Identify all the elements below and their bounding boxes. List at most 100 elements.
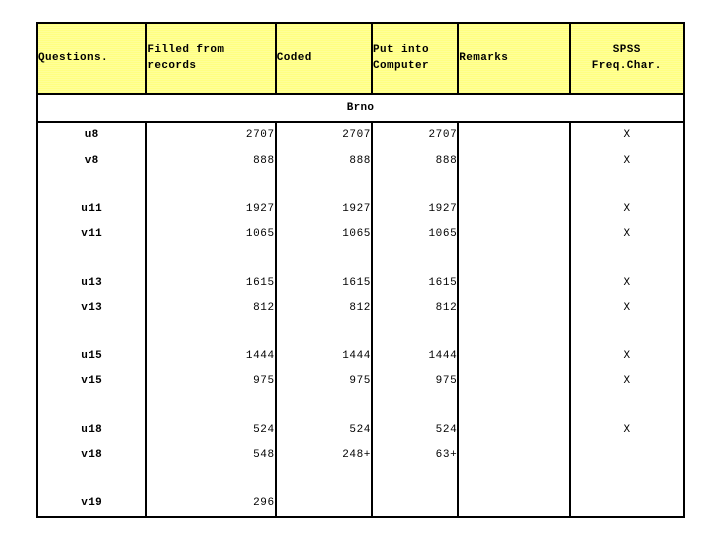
cell-coded[interactable]: 524 (275, 417, 374, 443)
cell-spss[interactable]: X (569, 269, 684, 296)
questions-status-table: Questions. Filled from records Coded Put int… (36, 22, 685, 518)
cell-remarks[interactable] (458, 343, 571, 369)
cell-spss[interactable]: X (569, 121, 684, 148)
cell-remarks[interactable] (458, 121, 571, 148)
cell-computer[interactable]: 2707 (372, 121, 460, 148)
column-header-coded[interactable]: Coded (275, 23, 374, 95)
cell-spss[interactable]: X (569, 221, 684, 247)
cell-coded[interactable]: 1615 (275, 269, 374, 296)
cell-remarks[interactable] (458, 196, 571, 222)
cell-question[interactable]: u8 (37, 121, 148, 148)
column-header-coded-label: Coded (276, 52, 312, 65)
cell-remarks[interactable] (458, 295, 571, 321)
spacer-cell-computer (372, 246, 460, 270)
column-header-put_into_computer[interactable]: Put into Computer (372, 23, 460, 95)
cell-remarks[interactable] (458, 442, 571, 468)
cell-filled[interactable]: 975 (146, 368, 277, 394)
cell-remarks[interactable] (458, 269, 571, 296)
cell-coded[interactable] (275, 490, 374, 517)
cell-spss[interactable]: X (569, 343, 684, 369)
spacer-cell-filled (146, 246, 277, 270)
cell-computer[interactable]: 524 (372, 417, 460, 443)
cell-spss[interactable]: X (569, 368, 684, 394)
spacer-cell-question (37, 246, 148, 270)
spacer-cell-remarks (458, 320, 571, 344)
cell-question[interactable]: v18 (37, 442, 148, 468)
cell-filled[interactable]: 1444 (146, 343, 277, 369)
cell-spss[interactable] (569, 442, 684, 468)
spacer-cell-question (37, 320, 148, 344)
cell-filled[interactable]: 1615 (146, 269, 277, 296)
cell-question[interactable]: u18 (37, 417, 148, 443)
cell-remarks[interactable] (458, 368, 571, 394)
cell-computer[interactable]: 1065 (372, 221, 460, 247)
cell-question[interactable]: u13 (37, 269, 148, 296)
group-label: Brno (37, 93, 684, 123)
cell-coded[interactable]: 888 (275, 147, 374, 174)
cell-computer[interactable]: 888 (372, 147, 460, 174)
table-row: v13 812 812 812 X (37, 295, 684, 321)
cell-computer[interactable]: 975 (372, 368, 460, 394)
cell-filled[interactable]: 548 (146, 442, 277, 468)
cell-question[interactable]: u11 (37, 196, 148, 222)
cell-computer[interactable]: 1927 (372, 196, 460, 222)
cell-remarks[interactable] (458, 147, 571, 174)
cell-spss[interactable]: X (569, 417, 684, 443)
cell-coded[interactable]: 2707 (275, 121, 374, 148)
spacer-cell-remarks (458, 246, 571, 270)
column-header-spss_freq_char[interactable]: SPSS Freq.Char. (569, 23, 684, 95)
cell-computer[interactable]: 63+ (372, 442, 460, 468)
cell-question[interactable]: u15 (37, 343, 148, 369)
cell-remarks[interactable] (458, 490, 571, 517)
cell-coded[interactable]: 1444 (275, 343, 374, 369)
cell-coded[interactable]: 1927 (275, 196, 374, 222)
cell-spss[interactable]: X (569, 196, 684, 222)
cell-computer[interactable]: 1615 (372, 269, 460, 296)
cell-computer[interactable]: 812 (372, 295, 460, 321)
spacer-cell-remarks (458, 393, 571, 418)
cell-filled[interactable]: 812 (146, 295, 277, 321)
spacer-cell-question (37, 467, 148, 491)
column-header-spss_freq_char-line2: Freq.Char. (591, 60, 662, 73)
column-header-put_into_computer-line1: Put into (373, 44, 430, 57)
column-header-questions[interactable]: Questions. (37, 23, 148, 95)
spacer-cell-filled (146, 467, 277, 491)
table-row: v11 1065 1065 1065 X (37, 221, 684, 247)
cell-coded[interactable]: 1065 (275, 221, 374, 247)
cell-coded[interactable]: 975 (275, 368, 374, 394)
column-header-filled_from_records[interactable]: Filled from records (146, 23, 277, 95)
cell-spss[interactable]: X (569, 295, 684, 321)
cell-filled[interactable]: 2707 (146, 121, 277, 148)
cell-spss[interactable] (569, 490, 684, 517)
cell-coded[interactable]: 812 (275, 295, 374, 321)
cell-question[interactable]: v11 (37, 221, 148, 247)
table-spacer-row (37, 320, 684, 344)
spacer-cell-coded (275, 393, 374, 418)
cell-question[interactable]: v13 (37, 295, 148, 321)
cell-computer[interactable] (372, 490, 460, 517)
cell-filled[interactable]: 1927 (146, 196, 277, 222)
spacer-cell-filled (146, 393, 277, 418)
table-row: v18 548 248+ 63+ (37, 442, 684, 468)
spacer-cell-filled (146, 320, 277, 344)
cell-filled[interactable]: 1065 (146, 221, 277, 247)
cell-spss[interactable]: X (569, 147, 684, 174)
cell-question[interactable]: v19 (37, 490, 148, 517)
cell-coded[interactable]: 248+ (275, 442, 374, 468)
cell-remarks[interactable] (458, 417, 571, 443)
table-spacer-row (37, 393, 684, 418)
spacer-cell-computer (372, 173, 460, 197)
table-spacer-row (37, 173, 684, 197)
column-header-remarks[interactable]: Remarks (458, 23, 571, 95)
table-spacer-row (37, 246, 684, 270)
cell-computer[interactable]: 1444 (372, 343, 460, 369)
cell-filled[interactable]: 888 (146, 147, 277, 174)
cell-question[interactable]: v15 (37, 368, 148, 394)
spacer-cell-remarks (458, 173, 571, 197)
cell-filled[interactable]: 524 (146, 417, 277, 443)
cell-question[interactable]: v8 (37, 147, 148, 174)
cell-filled[interactable]: 296 (146, 490, 277, 517)
spacer-cell-remarks (458, 467, 571, 491)
column-header-spss_freq_char-line1: SPSS (612, 44, 641, 57)
cell-remarks[interactable] (458, 221, 571, 247)
